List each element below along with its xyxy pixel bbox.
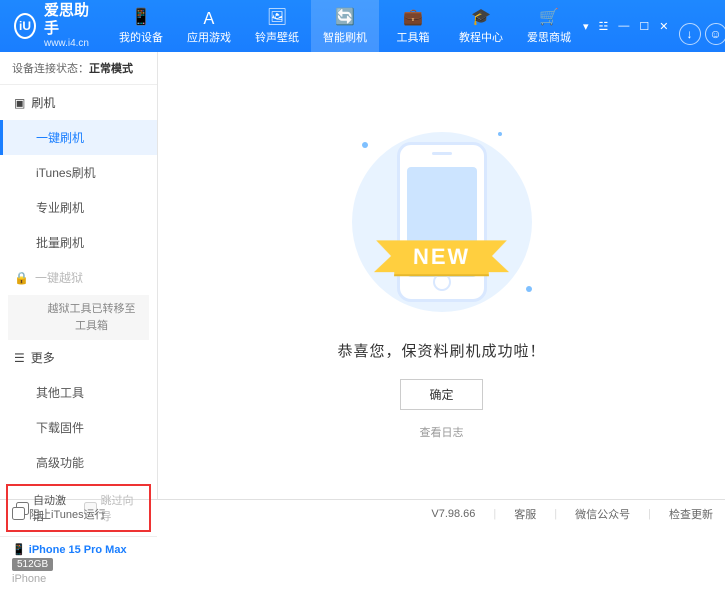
logo-area: iU 爱思助手 www.i4.cn xyxy=(0,2,107,50)
nav-store[interactable]: 🛒爱思商城 xyxy=(515,0,583,52)
version-label: V7.98.66 xyxy=(431,508,475,520)
block-itunes-checkbox[interactable]: 阻止iTunes运行 xyxy=(12,506,106,522)
connection-status: 设备连接状态：正常模式 xyxy=(0,52,157,85)
apps-icon: Ａ xyxy=(200,8,218,26)
sidebar-item-pro-flash[interactable]: 专业刷机 xyxy=(0,190,157,225)
nav-flash[interactable]: 🔄智能刷机 xyxy=(311,0,379,52)
nav-apps[interactable]: Ａ应用游戏 xyxy=(175,0,243,52)
sidebar-section-more[interactable]: ☰ 更多 xyxy=(0,340,157,375)
sidebar-item-advanced[interactable]: 高级功能 xyxy=(0,445,157,480)
ok-button[interactable]: 确定 xyxy=(400,379,482,410)
menu-icon[interactable]: ▾ xyxy=(583,20,589,33)
top-nav: 📱我的设备 Ａ应用游戏 🖼铃声壁纸 🔄智能刷机 💼工具箱 🎓教程中心 🛒爱思商城 xyxy=(107,0,583,52)
lock-icon: 🔒 xyxy=(14,271,29,285)
sidebar-section-jailbreak: 🔒 一键越狱 xyxy=(0,260,157,295)
feedback-icon[interactable]: ☳ xyxy=(599,20,609,33)
device-info[interactable]: 📱 iPhone 15 Pro Max 512GB iPhone xyxy=(0,536,157,591)
phone-graphic xyxy=(397,142,487,302)
success-illustration: NEW xyxy=(332,122,552,322)
wallpaper-icon: 🖼 xyxy=(268,8,286,26)
footer-link-update[interactable]: 检查更新 xyxy=(669,506,713,522)
flash-section-icon: ▣ xyxy=(14,96,25,110)
jailbreak-note: 越狱工具已转移至 工具箱 xyxy=(8,295,149,340)
flash-icon: 🔄 xyxy=(336,8,354,26)
brand-title: 爱思助手 xyxy=(44,2,93,38)
sidebar-item-itunes-flash[interactable]: iTunes刷机 xyxy=(0,155,157,190)
footer-link-support[interactable]: 客服 xyxy=(514,506,536,522)
sidebar-section-flash[interactable]: ▣ 刷机 xyxy=(0,85,157,120)
account-button[interactable]: ☺ xyxy=(705,23,725,45)
phone-icon: 📱 xyxy=(12,544,26,556)
device-icon: 📱 xyxy=(132,8,150,26)
tutorial-icon: 🎓 xyxy=(472,8,490,26)
close-icon[interactable]: ✕ xyxy=(659,20,668,33)
sidebar-item-download-firmware[interactable]: 下载固件 xyxy=(0,410,157,445)
main-content: NEW 恭喜您，保资料刷机成功啦！ 确定 查看日志 xyxy=(158,52,725,499)
nav-my-device[interactable]: 📱我的设备 xyxy=(107,0,175,52)
logo-icon: iU xyxy=(14,13,36,39)
minimize-icon[interactable]: — xyxy=(618,20,629,32)
sidebar: 设备连接状态：正常模式 ▣ 刷机 一键刷机 iTunes刷机 专业刷机 批量刷机… xyxy=(0,52,158,499)
footer-link-wechat[interactable]: 微信公众号 xyxy=(575,506,630,522)
download-button[interactable]: ↓ xyxy=(679,23,701,45)
success-message: 恭喜您，保资料刷机成功啦！ xyxy=(337,340,545,361)
maximize-icon[interactable]: ☐ xyxy=(639,20,649,33)
sidebar-item-oneclick-flash[interactable]: 一键刷机 xyxy=(0,120,157,155)
nav-toolbox[interactable]: 💼工具箱 xyxy=(379,0,447,52)
brand-url: www.i4.cn xyxy=(44,38,93,50)
storage-badge: 512GB xyxy=(12,558,53,571)
toolbox-icon: 💼 xyxy=(404,8,422,26)
sidebar-item-batch-flash[interactable]: 批量刷机 xyxy=(0,225,157,260)
header: iU 爱思助手 www.i4.cn 📱我的设备 Ａ应用游戏 🖼铃声壁纸 🔄智能刷… xyxy=(0,0,725,52)
view-log-link[interactable]: 查看日志 xyxy=(420,424,464,440)
nav-ringtone[interactable]: 🖼铃声壁纸 xyxy=(243,0,311,52)
new-ribbon: NEW xyxy=(394,240,489,274)
window-controls: ▾ ☳ — ☐ ✕ xyxy=(583,20,669,33)
store-icon: 🛒 xyxy=(540,8,558,26)
more-icon: ☰ xyxy=(14,351,25,365)
nav-tutorial[interactable]: 🎓教程中心 xyxy=(447,0,515,52)
sidebar-item-other-tools[interactable]: 其他工具 xyxy=(0,375,157,410)
